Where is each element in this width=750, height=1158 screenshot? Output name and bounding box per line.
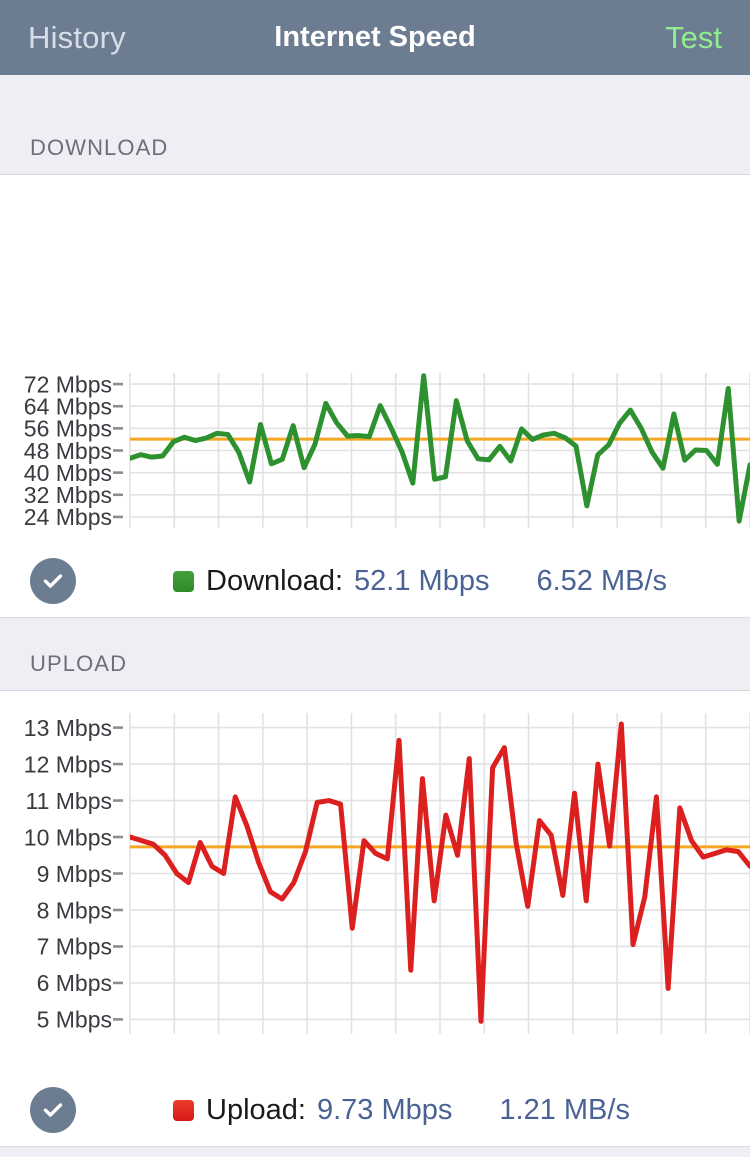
upload-legend-row[interactable]: Upload: 9.73 Mbps 1.21 MB/s (0, 1074, 750, 1147)
download-legend-row[interactable]: Download: 52.1 Mbps 6.52 MB/s (0, 545, 750, 618)
svg-text:40 Mbps: 40 Mbps (24, 460, 112, 486)
download-mbps-value: 52.1 Mbps (354, 564, 490, 597)
download-section-header: DOWNLOAD (0, 75, 750, 175)
svg-text:8 Mbps: 8 Mbps (37, 897, 112, 923)
download-legend-content: Download: 52.1 Mbps 6.52 MB/s (173, 565, 667, 598)
svg-text:11 Mbps: 11 Mbps (25, 788, 112, 814)
svg-text:72 Mbps: 72 Mbps (24, 371, 112, 397)
history-back-button[interactable]: History (28, 20, 126, 56)
footer-spacer (0, 1147, 750, 1157)
svg-text:24 Mbps: 24 Mbps (24, 504, 112, 530)
svg-text:7 Mbps: 7 Mbps (37, 934, 112, 960)
download-mbs-value: 6.52 MB/s (536, 564, 668, 597)
test-button[interactable]: Test (665, 20, 722, 56)
download-color-swatch (173, 570, 194, 592)
upload-legend-content: Upload: 9.73 Mbps 1.21 MB/s (173, 1094, 630, 1127)
svg-text:6 Mbps: 6 Mbps (37, 970, 112, 996)
navigation-bar: History Internet Speed Test (0, 0, 750, 75)
svg-text:56 Mbps: 56 Mbps (24, 416, 112, 442)
app-root: History Internet Speed Test DOWNLOAD 24 … (0, 0, 750, 1158)
svg-text:9 Mbps: 9 Mbps (37, 861, 112, 887)
check-circle-icon[interactable] (30, 1087, 76, 1133)
svg-text:48 Mbps: 48 Mbps (24, 438, 112, 464)
download-chart[interactable]: 24 Mbps32 Mbps40 Mbps48 Mbps56 Mbps64 Mb… (0, 175, 750, 545)
svg-text:12 Mbps: 12 Mbps (24, 751, 112, 777)
svg-text:10 Mbps: 10 Mbps (24, 824, 112, 850)
download-legend-label: Download: (206, 564, 344, 597)
upload-section-header: UPLOAD (0, 618, 750, 691)
upload-section-label: UPLOAD (30, 651, 128, 676)
upload-legend-label: Upload: (206, 1093, 306, 1126)
upload-mbs-value: 1.21 MB/s (499, 1093, 630, 1126)
svg-text:32 Mbps: 32 Mbps (24, 482, 112, 508)
svg-text:64 Mbps: 64 Mbps (24, 393, 112, 419)
upload-color-swatch (173, 1099, 194, 1121)
upload-chart[interactable]: 5 Mbps 6 Mbps 7 Mbps 8 Mbps 9 Mbps 10 Mbps 11 … (0, 691, 750, 1074)
check-circle-icon[interactable] (30, 558, 76, 604)
download-section-label: DOWNLOAD (30, 135, 169, 160)
upload-mbps-value: 9.73 Mbps (316, 1093, 453, 1126)
svg-text:13 Mbps: 13 Mbps (24, 715, 112, 741)
download-chart-block[interactable]: 24 Mbps 32 Mbps 40 Mbps 48 Mbps 56 Mbps 64 Mb… (0, 175, 750, 545)
upload-chart-block[interactable]: 5 Mbps 6 Mbps 7 Mbps 8 Mbps 9 Mbps 10 Mbps 11 … (0, 691, 750, 1074)
svg-text:5 Mbps: 5 Mbps (37, 1007, 112, 1033)
